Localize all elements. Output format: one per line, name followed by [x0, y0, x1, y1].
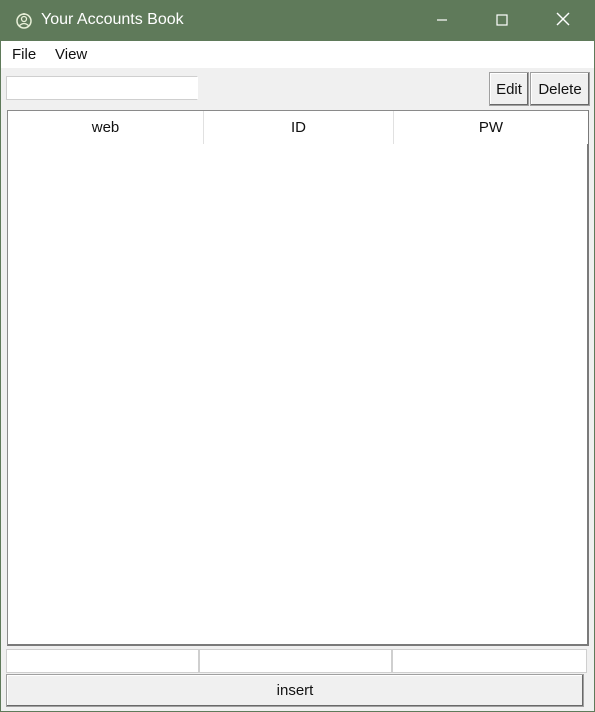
window-title: Your Accounts Book [41, 11, 184, 28]
menu-view[interactable]: View [55, 46, 87, 63]
maximize-button[interactable] [473, 1, 531, 41]
edit-button[interactable]: Edit [489, 72, 529, 106]
menu-file[interactable]: File [12, 46, 36, 63]
title-bar[interactable]: Your Accounts Book [1, 1, 594, 41]
table-header: web ID PW [8, 111, 588, 144]
close-button[interactable] [534, 1, 592, 41]
minimize-icon [436, 13, 448, 30]
id-field[interactable] [199, 649, 392, 673]
insert-button[interactable]: insert [6, 674, 584, 707]
app-window: Your Accounts Book File View Edit Delete… [0, 0, 595, 712]
app-icon [15, 12, 33, 30]
maximize-icon [496, 13, 508, 30]
pw-field[interactable] [392, 649, 587, 673]
close-icon [556, 12, 570, 30]
minimize-button[interactable] [413, 1, 471, 41]
delete-button[interactable]: Delete [530, 72, 590, 106]
accounts-table[interactable]: web ID PW [7, 110, 589, 646]
web-field[interactable] [6, 649, 199, 673]
search-input[interactable] [6, 76, 198, 100]
column-header-id[interactable]: ID [203, 111, 393, 144]
table-body[interactable] [8, 144, 588, 644]
toolbar: Edit Delete [1, 68, 594, 108]
menu-bar: File View [1, 41, 594, 68]
column-header-web[interactable]: web [8, 111, 203, 144]
column-header-pw[interactable]: PW [393, 111, 588, 144]
